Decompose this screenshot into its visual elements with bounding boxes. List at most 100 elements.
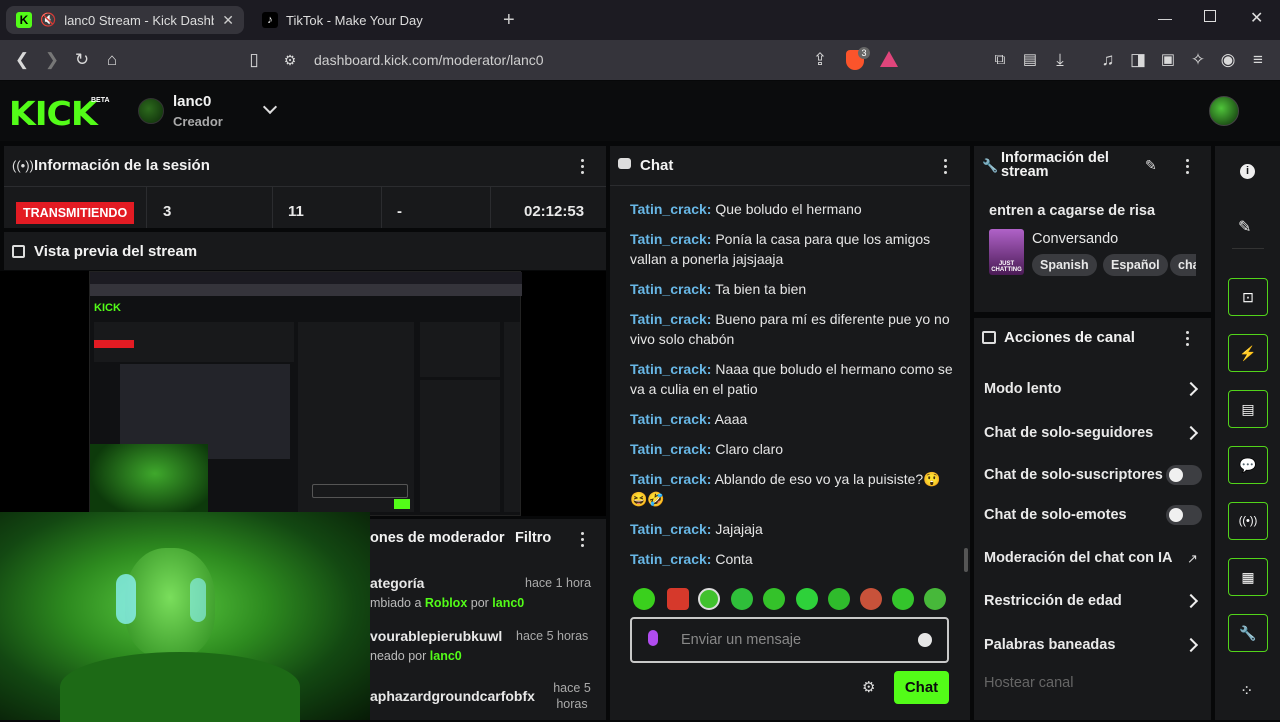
action-host-channel[interactable]: Hostear canal [984, 675, 1073, 691]
chat-message: Tatin_crack: Ponía la casa para que los … [630, 231, 931, 267]
user-link[interactable]: lanc0 [492, 596, 524, 610]
divider [146, 186, 147, 228]
subscribers-only-toggle[interactable] [1166, 465, 1202, 485]
menu-icon[interactable]: ≡ [1248, 50, 1268, 70]
emote-icon[interactable] [763, 588, 785, 610]
tab-kick-dashboard[interactable]: K 🔇 lanc0 Stream - Kick Dashboard ✕ [6, 6, 244, 34]
tag[interactable]: Spanish [1032, 254, 1097, 276]
mute-icon[interactable]: 🔇 [40, 12, 56, 28]
emote-icon[interactable] [828, 588, 850, 610]
notes-icon[interactable]: ▤ [1228, 390, 1268, 428]
emote-icon[interactable] [924, 588, 946, 610]
chat-scrollbar[interactable] [964, 548, 968, 572]
share-icon[interactable]: ⇪ [810, 50, 830, 70]
profile-avatar[interactable] [1209, 96, 1239, 126]
back-icon[interactable]: ❮ [12, 50, 32, 70]
filter-button[interactable]: Filtro [515, 530, 551, 546]
action-ai-moderation[interactable]: Moderación del chat con IA [984, 550, 1173, 566]
session-more-icon[interactable] [581, 159, 585, 175]
emote-icon[interactable] [860, 588, 882, 610]
stream-info-more-icon[interactable] [1186, 159, 1190, 175]
home-icon[interactable]: ⌂ [102, 50, 122, 70]
brave-rewards-icon[interactable] [880, 51, 898, 67]
chat-message: Tatin_crack: Naaa que boludo el hermano … [630, 361, 953, 397]
action-slow-mode[interactable]: Modo lento [984, 381, 1061, 397]
chat-more-icon[interactable] [944, 159, 948, 175]
chat-settings-icon[interactable]: ⚙ [862, 678, 875, 696]
microphone-icon[interactable] [648, 630, 658, 646]
sidebar-icon[interactable]: ◨ [1128, 50, 1148, 70]
download-icon[interactable]: ⤓ [1050, 50, 1070, 70]
close-window-icon[interactable]: ✕ [1250, 8, 1263, 28]
action-followers-only[interactable]: Chat de solo-seguidores [984, 425, 1153, 441]
info-icon[interactable]: i [1240, 164, 1255, 179]
category-thumbnail[interactable]: JUST CHATTING [989, 229, 1024, 275]
beta-badge: BETA [91, 97, 110, 104]
forward-icon[interactable]: ❯ [42, 50, 62, 70]
user-role: Creador [173, 114, 223, 129]
moderator-title: ones de moderador [370, 530, 505, 546]
chat-tool-icon[interactable]: 💬 [1228, 446, 1268, 484]
more-tools-icon[interactable]: ⁘ [1240, 681, 1253, 701]
wrench-icon: 🔧 [982, 158, 999, 173]
emotes-only-toggle[interactable] [1166, 505, 1202, 525]
maximize-icon[interactable] [1204, 10, 1216, 22]
music-icon[interactable]: ♫ [1098, 50, 1118, 70]
kick-logo[interactable]: KICK [9, 94, 98, 133]
emoji-icon[interactable] [918, 633, 932, 647]
browser-tab-bar: K 🔇 lanc0 Stream - Kick Dashboard ✕ ♪ Ti… [0, 0, 1280, 40]
viewers-count: 3 [163, 203, 172, 220]
chat-message: Tatin_crack: Ablando de eso vo ya la pui… [630, 471, 941, 507]
emote-icon[interactable] [667, 588, 689, 610]
mod-log-detail: mbiado a Roblox por lanc0 [370, 596, 525, 610]
reload-icon[interactable]: ↻ [72, 50, 92, 70]
wallet-icon[interactable]: ▣ [1158, 50, 1178, 70]
moderator-more-icon[interactable] [581, 532, 585, 548]
send-chat-button[interactable]: Chat [894, 671, 949, 704]
lightning-icon[interactable]: ⚡ [1228, 334, 1268, 372]
external-link-icon[interactable]: ↗ [1187, 551, 1198, 567]
tag[interactable]: Español [1103, 254, 1168, 276]
user-avatar[interactable] [138, 98, 164, 124]
user-link[interactable]: lanc0 [430, 649, 462, 663]
emote-icon[interactable] [633, 588, 655, 610]
chat-icon [618, 158, 631, 169]
edit-icon[interactable]: ✎ [1145, 157, 1157, 174]
emote-icon[interactable] [731, 588, 753, 610]
action-emotes-only: Chat de solo-emotes [984, 507, 1127, 523]
followers-count: 11 [288, 203, 304, 220]
channel-actions-more-icon[interactable] [1186, 331, 1190, 347]
bookmark-icon[interactable]: ▯ [244, 50, 264, 70]
message-placeholder: Enviar un mensaje [681, 632, 802, 648]
stream-info-title: Información del stream [1001, 150, 1109, 180]
screenshot-icon[interactable]: ⧉ [990, 50, 1010, 70]
vpn-icon[interactable]: ◉ [1218, 50, 1238, 70]
session-duration: 02:12:53 [524, 203, 585, 220]
reader-icon[interactable]: ▤ [1020, 50, 1040, 70]
broadcast-icon: ((•)) [12, 158, 34, 173]
edit-icon[interactable]: ✎ [1238, 217, 1251, 237]
action-banned-words[interactable]: Palabras baneadas [984, 637, 1115, 653]
preview-tool-button[interactable]: ⊡ [1228, 278, 1268, 316]
tag[interactable]: cha [1170, 254, 1196, 276]
leo-ai-icon[interactable]: ✧ [1188, 50, 1208, 70]
emote-icon[interactable] [796, 588, 818, 610]
broadcast-tool-icon[interactable]: ((•)) [1228, 502, 1268, 540]
channel-actions-tool-icon[interactable]: ▦ [1228, 558, 1268, 596]
new-tab-icon[interactable]: + [503, 9, 515, 32]
wrench-tool-icon[interactable]: 🔧 [1228, 614, 1268, 652]
close-tab-icon[interactable]: ✕ [222, 12, 234, 29]
minimize-icon[interactable]: — [1158, 10, 1172, 26]
emote-icon[interactable] [698, 588, 720, 610]
mod-log-time: hace 5 horas [553, 681, 591, 711]
tab-tiktok[interactable]: ♪ TikTok - Make Your Day [252, 6, 492, 34]
action-age-restriction[interactable]: Restricción de edad [984, 593, 1122, 609]
category-name[interactable]: Conversando [1032, 231, 1118, 247]
category-link[interactable]: Roblox [425, 596, 467, 610]
emote-icon[interactable] [892, 588, 914, 610]
chat-message: Tatin_crack: Que boludo el hermano [630, 201, 862, 217]
channel-actions-icon [982, 331, 996, 344]
divider [272, 186, 273, 228]
subs-count: - [397, 203, 402, 220]
preview-screen: KICK [89, 271, 522, 518]
